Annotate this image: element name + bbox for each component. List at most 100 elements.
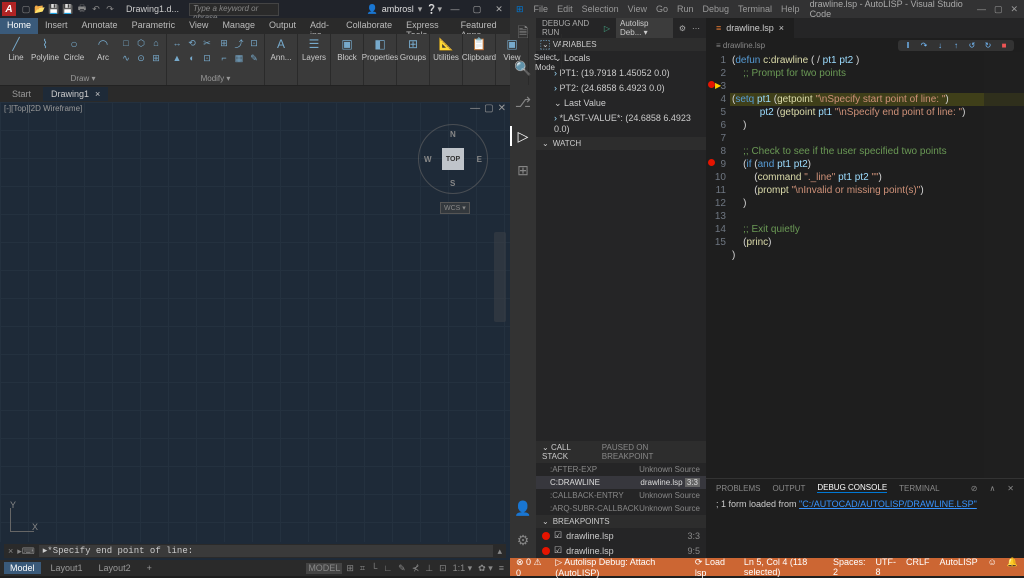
status-icon[interactable]: ✿ ▾ xyxy=(476,563,495,574)
callstack-section[interactable]: ⌄ CALL STACKPAUSED ON BREAKPOINT xyxy=(536,441,706,463)
vp-min-icon[interactable]: — xyxy=(470,103,480,114)
status-icon[interactable]: ⊞ xyxy=(344,563,356,574)
status-icon[interactable]: ✎ xyxy=(396,563,408,574)
close-icon[interactable]: ✕ xyxy=(490,4,508,15)
panel-problems[interactable]: PROBLEMS xyxy=(716,484,760,493)
status-eol[interactable]: CRLF xyxy=(906,557,930,577)
tab-view[interactable]: View xyxy=(182,18,215,34)
layers-button[interactable]: ☰Layers xyxy=(301,36,327,83)
layout2-tab[interactable]: Layout2 xyxy=(93,562,137,574)
menu-debug[interactable]: Debug xyxy=(703,4,730,14)
stack-frame[interactable]: C:DRAWLINEdrawline.lsp 3:3 xyxy=(536,476,706,489)
drawing-tab[interactable]: Drawing1× xyxy=(43,87,108,101)
tab-close-icon[interactable]: × xyxy=(779,23,784,33)
activity-account-icon[interactable]: 👤 xyxy=(513,498,533,518)
stepover-icon[interactable]: ↷ xyxy=(918,41,930,50)
disconnect-icon[interactable]: ↻ xyxy=(982,41,994,50)
status-loadlsp[interactable]: ⟳ Load lsp xyxy=(695,557,734,578)
start-tab[interactable]: Start xyxy=(0,87,43,101)
acad-user[interactable]: ambrosl xyxy=(382,4,414,14)
status-icon[interactable]: ⊡ xyxy=(437,563,449,574)
status-errors[interactable]: ⊗ 0 ⚠ 0 xyxy=(516,557,545,578)
tab-output[interactable]: Output xyxy=(262,18,303,34)
cmd-expand-icon[interactable]: ▴ xyxy=(497,546,502,557)
status-indent[interactable]: Spaces: 2 xyxy=(833,557,866,577)
variable-lastvalue[interactable]: › *LAST-VALUE*: (24.6858 6.4923 0.0) xyxy=(536,111,706,137)
editor-gutter[interactable]: 123456789101112131415 xyxy=(706,52,732,478)
breakpoints-section[interactable]: ⌄BREAKPOINTS xyxy=(536,515,706,528)
tab-insert[interactable]: Insert xyxy=(38,18,75,34)
activity-search-icon[interactable]: 🔍 xyxy=(513,58,533,78)
panel-up-icon[interactable]: ∧ xyxy=(989,484,995,493)
activity-debug-icon[interactable]: ▷ xyxy=(513,126,533,146)
panel-terminal[interactable]: TERMINAL xyxy=(899,484,939,493)
tab-addins[interactable]: Add-ins xyxy=(303,18,339,34)
circle-button[interactable]: ○Circle xyxy=(61,36,87,74)
modify-grid[interactable]: ↔⟲✂▲◐⊡ xyxy=(170,36,214,74)
status-feedback-icon[interactable]: ☺ xyxy=(988,557,997,577)
vp-close-icon[interactable]: ✕ xyxy=(498,103,506,114)
qat-save-icon[interactable]: 💾 xyxy=(48,3,60,15)
status-icon[interactable]: ⌗ xyxy=(358,563,367,574)
debug-gear-icon[interactable]: ⚙ xyxy=(679,24,686,33)
continue-icon[interactable]: ‖ xyxy=(902,41,914,50)
panel-output[interactable]: OUTPUT xyxy=(772,484,805,493)
activity-explorer-icon[interactable]: 🗎 xyxy=(513,24,533,44)
clipboard-button[interactable]: 📋Clipboard xyxy=(466,36,492,83)
lastvalue-scope[interactable]: ⌄ Last Value xyxy=(536,96,706,111)
viewcube-west[interactable]: W xyxy=(424,155,432,164)
viewcube[interactable]: N S E W TOP WCS ▾ xyxy=(418,124,488,194)
viewcube-north[interactable]: N xyxy=(450,130,456,139)
command-line[interactable]: × ▸⌨ ▸*Specify end point of line: ▴ xyxy=(4,544,506,558)
cmd-close-icon[interactable]: × xyxy=(8,546,13,556)
properties-button[interactable]: ◧Properties xyxy=(367,36,393,83)
debug-console-output[interactable]: ; 1 form loaded from "C:/AUTOCAD/AUTOLIS… xyxy=(706,497,1024,558)
tab-manage[interactable]: Manage xyxy=(215,18,262,34)
panel-debugconsole[interactable]: DEBUG CONSOLE xyxy=(817,483,887,493)
tab-express[interactable]: Express Tools xyxy=(399,18,453,34)
vsc-max-icon[interactable]: ▢ xyxy=(994,4,1003,15)
tab-collaborate[interactable]: Collaborate xyxy=(339,18,399,34)
menu-go[interactable]: Go xyxy=(656,4,668,14)
menu-view[interactable]: View xyxy=(628,4,647,14)
maximize-icon[interactable]: ▢ xyxy=(468,4,486,15)
code-editor[interactable]: 123456789101112131415 (defun c:drawline … xyxy=(706,52,1024,478)
select-button[interactable]: ⬚SelectMode xyxy=(532,36,558,83)
acad-search-input[interactable]: Type a keyword or phrase xyxy=(189,3,279,16)
status-icon[interactable]: ⊥ xyxy=(423,563,435,574)
status-icon[interactable]: ⊀ xyxy=(410,563,422,574)
tab-annotate[interactable]: Annotate xyxy=(75,18,125,34)
qat-print-icon[interactable]: 🖶 xyxy=(76,3,88,15)
menu-help[interactable]: Help xyxy=(781,4,800,14)
status-encoding[interactable]: UTF-8 xyxy=(876,557,897,577)
acad-viewport[interactable]: [-][Top][2D Wireframe] — ▢ ✕ N S E W TOP W… xyxy=(0,102,510,542)
status-bell-icon[interactable]: 🔔 xyxy=(1007,557,1018,577)
acad-help-icon[interactable]: ❔▾ xyxy=(426,4,442,15)
acad-logo-icon[interactable]: A xyxy=(2,2,16,16)
panel-close-icon[interactable]: ✕ xyxy=(1007,484,1014,493)
line-button[interactable]: ╱Line xyxy=(3,36,29,74)
vp-max-icon[interactable]: ▢ xyxy=(484,103,493,114)
qat-undo-icon[interactable]: ↶ xyxy=(90,3,102,15)
breakpoint-item[interactable]: ☑drawline.lsp3:3 xyxy=(536,528,706,543)
viewcube-face[interactable]: TOP xyxy=(442,148,464,170)
status-icon[interactable]: └ xyxy=(369,563,379,574)
tab-close-icon[interactable]: × xyxy=(95,89,100,99)
debug-config-select[interactable]: Autolisp Deb... ▾ xyxy=(616,18,673,38)
viewcube-south[interactable]: S xyxy=(450,179,455,188)
output-link[interactable]: "C:/AUTOCAD/AUTOLISP/DRAWLINE.LSP" xyxy=(799,499,977,509)
panel-draw-label[interactable]: Draw ▾ xyxy=(3,74,163,83)
menu-file[interactable]: File xyxy=(534,4,549,14)
model-badge[interactable]: MODEL xyxy=(306,563,342,574)
tab-home[interactable]: Home xyxy=(0,18,38,34)
activity-extensions-icon[interactable]: ⊞ xyxy=(513,160,533,180)
viewport-label[interactable]: [-][Top][2D Wireframe] xyxy=(4,104,82,113)
modify-grid2[interactable]: ⊞⤴⊡⌐▦✎ xyxy=(217,36,261,74)
status-icon[interactable]: 1:1 ▾ xyxy=(451,563,475,574)
stepout-icon[interactable]: ↑ xyxy=(950,41,962,50)
layout1-tab[interactable]: Layout1 xyxy=(45,562,89,574)
stack-frame[interactable]: :CALLBACK-ENTRYUnknown Source xyxy=(536,489,706,502)
stepinto-icon[interactable]: ↓ xyxy=(934,41,946,50)
block-button[interactable]: ▣Block xyxy=(334,36,360,83)
minimap[interactable] xyxy=(984,52,1024,478)
